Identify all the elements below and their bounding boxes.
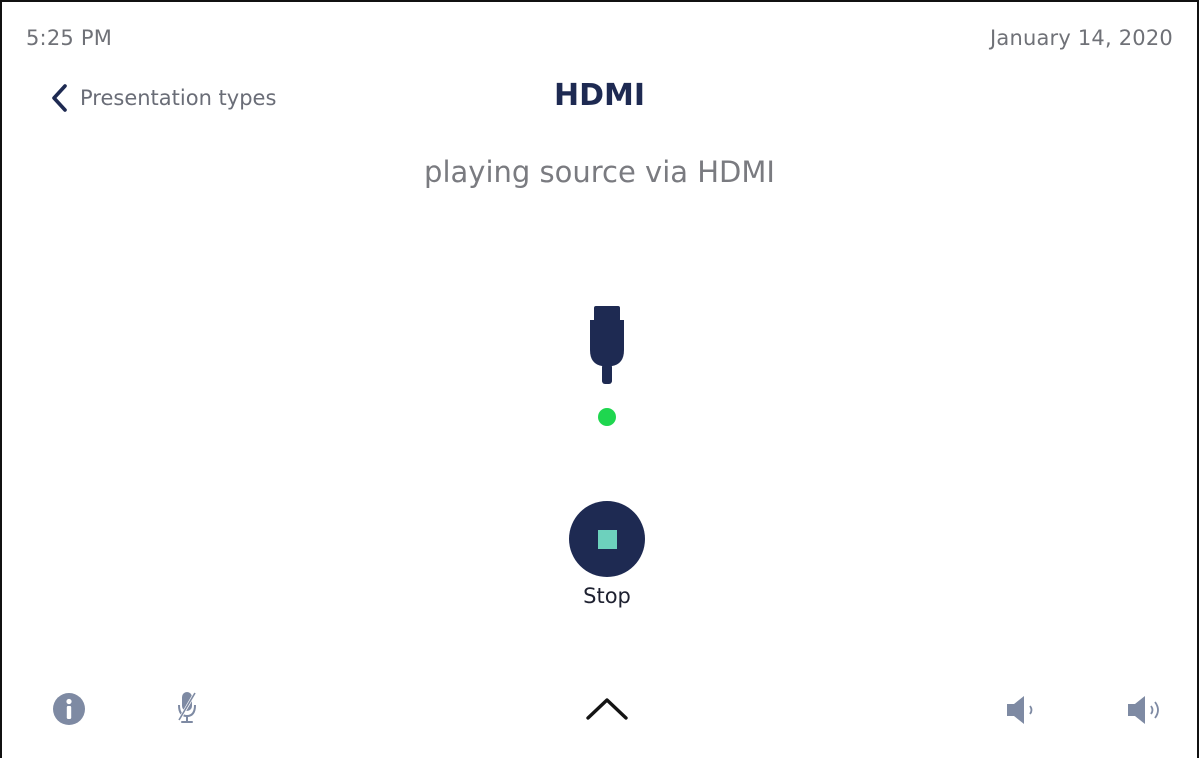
volume-down-icon [1004, 696, 1046, 731]
status-date: January 14, 2020 [989, 26, 1173, 50]
chevron-up-icon [584, 698, 630, 726]
status-time: 5:25 PM [26, 26, 113, 50]
volume-up-icon [1125, 696, 1171, 731]
connection-status-dot [598, 408, 616, 426]
info-button[interactable] [52, 692, 86, 730]
page-title: HDMI [553, 78, 646, 113]
stop-label: Stop [583, 584, 631, 608]
expand-up-button[interactable] [584, 694, 630, 726]
hdmi-plug-icon [588, 306, 626, 390]
page-subtitle: playing source via HDMI [424, 155, 775, 189]
stop-button[interactable] [569, 501, 645, 577]
mic-muted-icon [175, 692, 199, 730]
stop-icon [597, 529, 617, 549]
volume-down-button[interactable] [1004, 693, 1046, 731]
mic-mute-button[interactable] [175, 690, 199, 730]
volume-up-button[interactable] [1125, 693, 1171, 731]
info-icon [52, 693, 86, 730]
